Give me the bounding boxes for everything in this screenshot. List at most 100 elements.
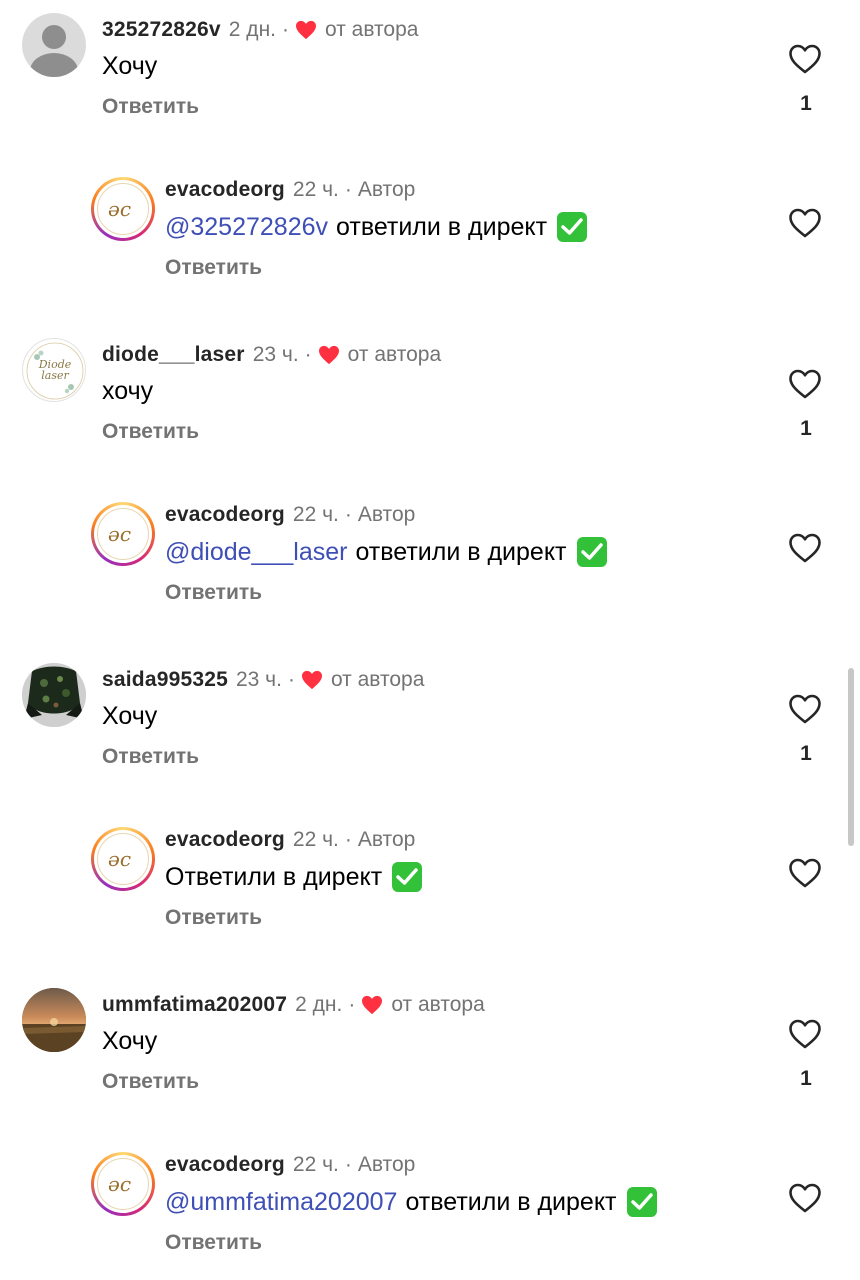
comment-thread: 325272826v 2 дн. · от автора Хочу Ответи… [0, 0, 860, 325]
avatar[interactable]: Diode laser [22, 338, 86, 402]
scrollbar[interactable] [848, 668, 854, 846]
like-heart-icon[interactable] [788, 43, 822, 75]
like-heart-icon[interactable] [788, 693, 822, 725]
check-mark-icon [557, 212, 588, 242]
avatar[interactable] [22, 663, 86, 727]
comment-meta: ummfatima202007 2 дн. · от автора [102, 992, 485, 1018]
timestamp: 23 ч. [235, 668, 282, 691]
reply-text: Ответили в директ [165, 861, 423, 893]
like-count: 1 [800, 1067, 812, 1090]
username[interactable]: evacodeorg [165, 827, 285, 853]
comment-text: хочу [102, 375, 153, 407]
comments-page: 325272826v 2 дн. · от автора Хочу Ответи… [0, 0, 860, 1280]
avatar[interactable] [22, 13, 86, 77]
from-author-label: от автора [391, 993, 485, 1016]
timestamp: 2 дн. [228, 18, 276, 41]
comment-text: Хочу [102, 50, 157, 82]
like-heart-icon[interactable] [788, 1182, 822, 1214]
reply-button[interactable]: Ответить [165, 906, 262, 930]
mention-link[interactable]: @325272826v [165, 211, 328, 243]
reply-meta: evacodeorg 22 ч. · Автор [165, 1152, 415, 1178]
like-count: 1 [800, 742, 812, 765]
reply-button[interactable]: Ответить [165, 256, 262, 280]
separator-dot: · [344, 828, 352, 851]
svg-text:әc: әc [108, 523, 131, 545]
comment-meta: diode___laser 23 ч. · от автора [102, 342, 441, 368]
like-heart-icon[interactable] [788, 857, 822, 889]
mention-link[interactable]: @diode___laser [165, 536, 347, 568]
comment-body: Хочу [102, 1027, 158, 1055]
comment-thread: saida995325 23 ч. · от автора Хочу Ответ… [0, 650, 860, 975]
separator-dot: · [344, 1153, 352, 1176]
like-heart-icon[interactable] [788, 1018, 822, 1050]
evacode-logo-avatar[interactable]: әc [91, 502, 155, 566]
author-liked-heart-icon [361, 995, 383, 1015]
username[interactable]: evacodeorg [165, 177, 285, 203]
reply-button[interactable]: Ответить [165, 1231, 262, 1255]
comment-body: Хочу [102, 52, 158, 80]
svg-text:әc: әc [108, 848, 131, 870]
reply-button[interactable]: Ответить [165, 581, 262, 605]
avatar[interactable] [22, 988, 86, 1052]
reply-body: ответили в директ [336, 213, 548, 241]
reply-button[interactable]: Ответить [102, 1070, 199, 1094]
username[interactable]: ummfatima202007 [102, 992, 287, 1018]
reply-text: @diode___laser ответили в директ [165, 536, 607, 568]
author-liked-heart-icon [318, 345, 340, 365]
comment-body: Хочу [102, 702, 158, 730]
from-author-label: от автора [330, 668, 425, 691]
author-label: Автор [357, 1153, 416, 1176]
from-author-label: от автора [325, 18, 419, 41]
comment-thread: ummfatima202007 2 дн. · от автора Хочу О… [0, 975, 860, 1280]
reply-button[interactable]: Ответить [102, 420, 199, 444]
reply-button[interactable]: Ответить [102, 95, 199, 119]
mention-link[interactable]: @ummfatima202007 [165, 1186, 397, 1218]
check-mark-icon [576, 537, 607, 567]
reply-meta: evacodeorg 22 ч. · Автор [165, 502, 415, 528]
reply-body: ответили в директ [355, 538, 567, 566]
timestamp: 22 ч. [292, 1153, 339, 1176]
reply-meta: evacodeorg 22 ч. · Автор [165, 177, 415, 203]
comment-meta: saida995325 23 ч. · от автора [102, 667, 424, 693]
timestamp: 22 ч. [292, 828, 339, 851]
author-label: Автор [357, 828, 416, 851]
reply-text: @ummfatima202007 ответили в директ [165, 1186, 657, 1218]
comment-text: Хочу [102, 700, 157, 732]
evacode-logo-avatar[interactable]: әc [91, 827, 155, 891]
username[interactable]: saida995325 [102, 667, 228, 693]
separator-dot: · [344, 178, 352, 201]
like-heart-icon[interactable] [788, 368, 822, 400]
comment-meta: 325272826v 2 дн. · от автора [102, 17, 418, 43]
author-label: Автор [357, 178, 416, 201]
username[interactable]: 325272826v [102, 17, 221, 43]
reply-body: Ответили в директ [165, 863, 383, 891]
author-liked-heart-icon [295, 20, 317, 40]
check-mark-icon [392, 862, 423, 892]
reply-body: ответили в директ [405, 1188, 617, 1216]
timestamp: 22 ч. [292, 178, 339, 201]
like-heart-icon[interactable] [788, 532, 822, 564]
author-label: Автор [357, 503, 416, 526]
timestamp: 22 ч. [292, 503, 339, 526]
username[interactable]: evacodeorg [165, 502, 285, 528]
like-count: 1 [800, 92, 812, 115]
like-heart-icon[interactable] [788, 207, 822, 239]
avatar-logo-text: laser [41, 369, 69, 382]
from-author-label: от автора [347, 343, 442, 366]
timestamp: 23 ч. [252, 343, 299, 366]
comment-text: Хочу [102, 1025, 157, 1057]
evacode-logo-avatar[interactable]: әc [91, 177, 155, 241]
reply-text: @325272826v ответили в директ [165, 211, 588, 243]
separator-dot: · [304, 343, 312, 366]
username[interactable]: diode___laser [102, 342, 245, 368]
username[interactable]: evacodeorg [165, 1152, 285, 1178]
author-liked-heart-icon [301, 670, 323, 690]
separator-dot: · [282, 18, 289, 41]
evacode-logo-avatar[interactable]: әc [91, 1152, 155, 1216]
comment-body: хочу [102, 377, 154, 405]
reply-button[interactable]: Ответить [102, 745, 199, 769]
comment-thread: Diode laser diode___laser 23 ч. · от авт… [0, 325, 860, 650]
separator-dot: · [344, 503, 352, 526]
separator-dot: · [287, 668, 295, 691]
svg-text:әc: әc [108, 198, 131, 220]
